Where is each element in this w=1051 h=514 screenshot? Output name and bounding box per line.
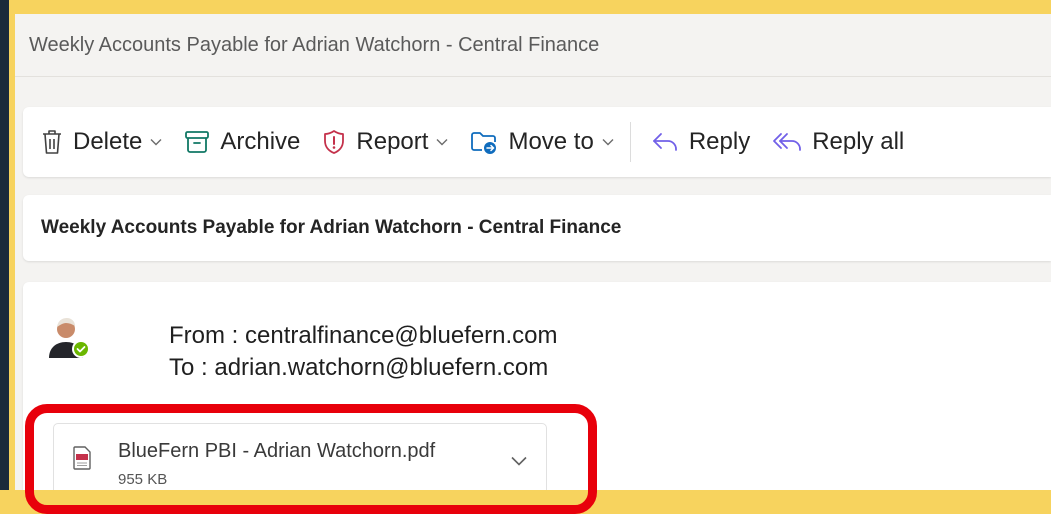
report-button[interactable]: Report [322,120,448,164]
from-line: From : centralfinance@bluefern.com [169,322,558,349]
shield-alert-icon [324,130,345,154]
mail-window: Weekly Accounts Payable for Adrian Watch… [15,14,1051,490]
chevron-down-icon [150,139,162,146]
delete-label: Delete [73,128,143,155]
chevron-down-icon [602,139,614,146]
delete-button[interactable]: Delete [41,120,162,164]
background-edge [0,0,9,490]
to-line: To : adrian.watchorn@bluefern.com [169,354,549,381]
chevron-down-icon [436,139,448,146]
sender-avatar[interactable] [47,314,90,358]
toolbar-divider [629,122,631,162]
title-bar: Weekly Accounts Payable for Adrian Watch… [15,14,1051,77]
move-to-button[interactable]: Move to [470,120,614,164]
archive-label: Archive [220,128,301,155]
attachment-card[interactable]: BlueFern PBI - Adrian Watchorn.pdf 955 K… [53,423,547,490]
folder-move-icon [471,132,497,154]
pdf-icon [73,446,91,470]
report-label: Report [356,128,429,155]
move-to-label: Move to [508,128,594,155]
reply-all-button[interactable]: Reply all [772,120,904,164]
reply-all-icon [773,133,802,151]
trash-icon [43,130,61,154]
window-title: Weekly Accounts Payable for Adrian Watch… [29,33,600,56]
archive-button[interactable]: Archive [184,120,300,164]
reply-all-label: Reply all [812,128,905,155]
reply-icon [652,133,677,151]
message-body: From : centralfinance@bluefern.com To : … [23,282,1051,490]
message-subject: Weekly Accounts Payable for Adrian Watch… [41,217,622,238]
message-toolbar: Delete Archive Report Move to Reply Repl… [23,107,1051,177]
reply-button[interactable]: Reply [651,120,750,164]
attachment-name: BlueFern PBI - Adrian Watchorn.pdf [118,440,436,462]
attachment-size: 955 KB [118,471,168,488]
avatar-photo-icon [49,318,90,358]
subject-header: Weekly Accounts Payable for Adrian Watch… [23,195,1051,261]
presence-badge [72,340,90,358]
archive-icon [185,131,210,153]
chevron-down-icon[interactable] [510,455,528,467]
address-block: From : centralfinance@bluefern.com To : … [169,320,558,384]
reply-label: Reply [688,128,751,155]
